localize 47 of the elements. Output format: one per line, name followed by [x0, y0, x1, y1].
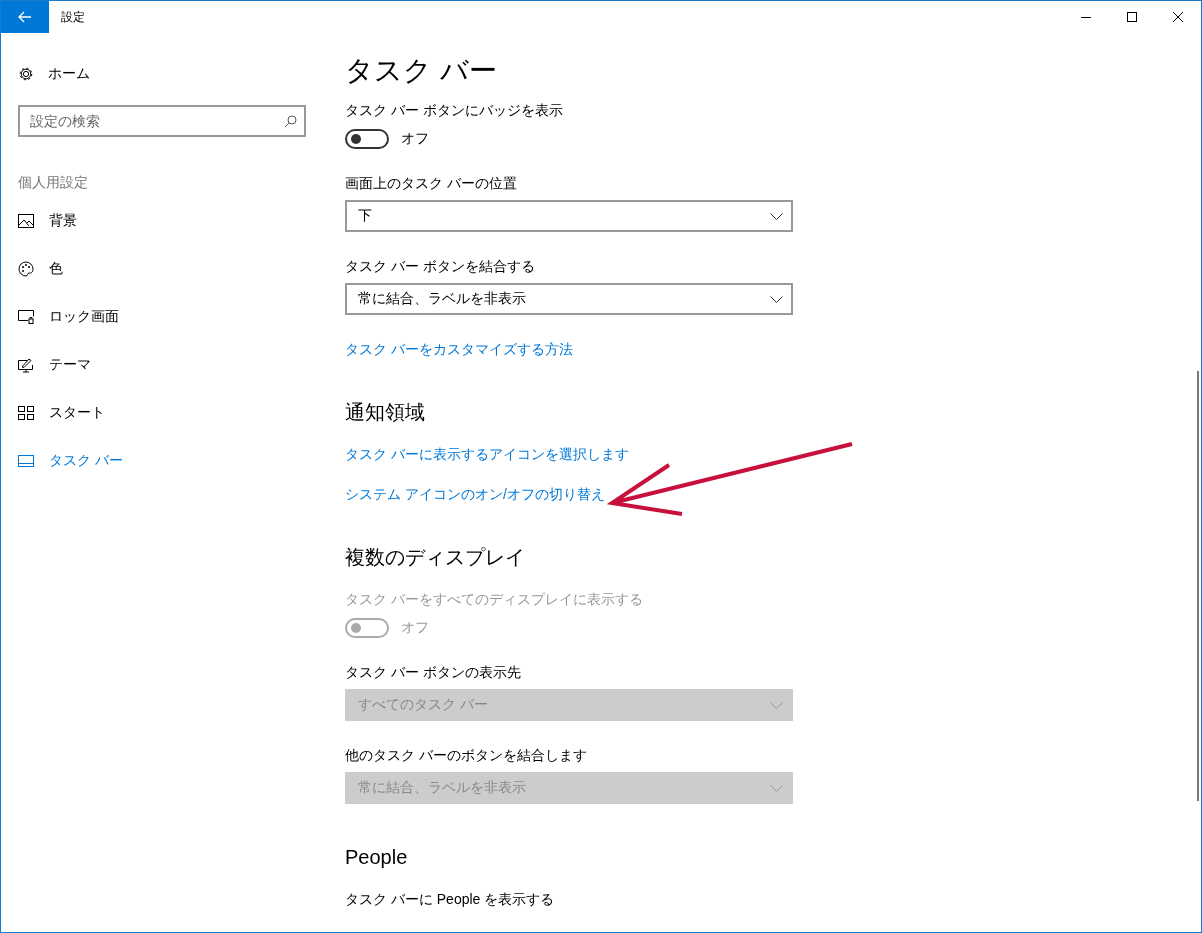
setting-label: タスク バー ボタンを結合する [345, 257, 536, 276]
sidebar-item[interactable]: ロック画面 [1, 293, 321, 341]
chevron-down-icon [770, 701, 783, 709]
tiles-icon [18, 406, 34, 420]
section-label: 個人用設定 [17, 174, 89, 192]
link[interactable]: タスク バーをカスタマイズする方法 [345, 341, 573, 357]
minimize-icon [1081, 16, 1091, 18]
palette-icon [18, 261, 34, 277]
sidebar-item[interactable]: 色 [1, 245, 321, 293]
back-button[interactable] [1, 1, 49, 33]
setting-label: 画面上のタスク バーの位置 [345, 174, 518, 193]
sidebar-item[interactable]: タスク バー [1, 437, 321, 485]
page-title: タスク バー [345, 54, 498, 88]
chevron-down-icon [770, 295, 783, 303]
dropdown[interactable]: 下 [345, 200, 793, 232]
taskbar-icon [18, 455, 34, 467]
close-icon [1173, 12, 1183, 22]
dropdown[interactable]: 常に結合、ラベルを非表示 [345, 283, 793, 315]
search-icon [284, 115, 297, 128]
chevron-down-icon [770, 212, 783, 220]
link[interactable]: システム アイコンのオン/オフの切り替え [345, 486, 605, 502]
home-nav-item[interactable]: ホーム [1, 64, 321, 84]
monitor-brush-icon [18, 357, 34, 373]
sidebar-item[interactable]: スタート [1, 389, 321, 437]
section-heading: 通知領域 [345, 400, 426, 425]
chevron-down-icon [770, 784, 783, 792]
link[interactable]: タスク バーに表示するアイコンを選択します [345, 446, 629, 462]
back-arrow-icon [18, 11, 32, 23]
toggle-switch[interactable] [345, 129, 389, 149]
sidebar-item[interactable]: テーマ [1, 341, 321, 389]
setting-label: タスク バーをすべてのディスプレイに表示する [345, 590, 644, 609]
setting-label: 他のタスク バーのボタンを結合します [345, 746, 588, 765]
setting-label: タスク バーに People を表示する [345, 890, 556, 909]
toggle-state-label: オフ [401, 130, 429, 148]
toggle-state-label: オフ [401, 619, 429, 637]
lock-screen-icon [18, 310, 34, 324]
setting-label: タスク バー ボタンの表示先 [345, 663, 522, 682]
settings-icon [18, 66, 34, 82]
sidebar-item[interactable]: 背景 [1, 197, 321, 245]
section-heading: 複数のディスプレイ [345, 545, 526, 570]
search-field[interactable]: 設定の検索 [18, 105, 306, 137]
maximize-icon [1127, 12, 1137, 22]
window-title: 設定 [61, 8, 85, 26]
picture-icon [18, 214, 34, 228]
setting-label: タスク バー ボタンにバッジを表示 [345, 101, 564, 120]
scrollbar-thumb[interactable] [1197, 371, 1199, 801]
section-heading: People [345, 845, 409, 870]
